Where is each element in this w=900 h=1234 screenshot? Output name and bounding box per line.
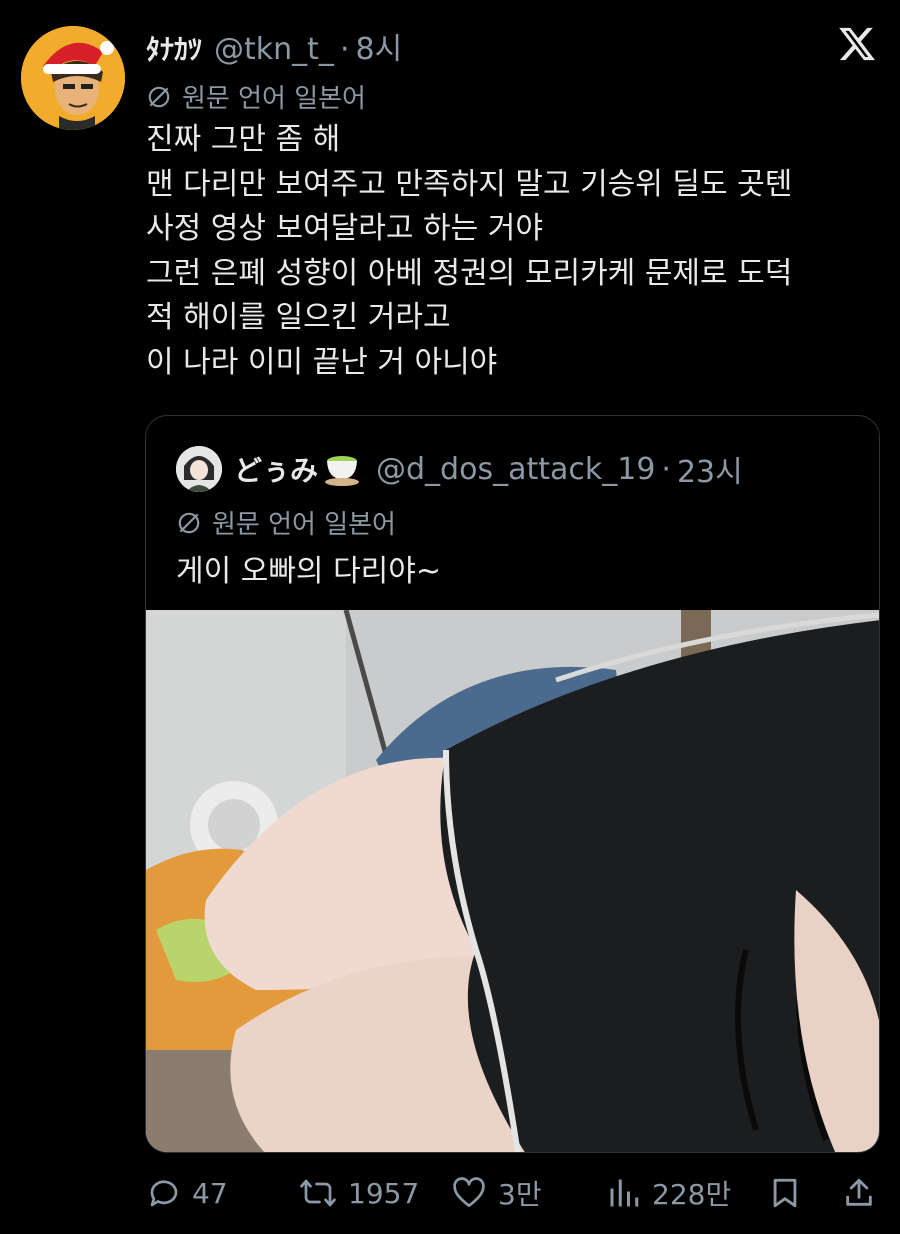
translation-row[interactable]: 원문 언어 일본어: [146, 78, 366, 115]
quoted-media-photo[interactable]: [146, 610, 879, 1152]
bookmark-button[interactable]: [768, 1165, 812, 1221]
avatar-image: [21, 26, 125, 130]
author-handle[interactable]: @tkn_t_: [214, 32, 334, 67]
views-count: 228만: [652, 1178, 732, 1211]
quoted-time[interactable]: 23시: [677, 447, 743, 491]
quoted-tweet[interactable]: どぅみ @d_dos_attack_19 · 23시 원문 언어 일본어 게이 …: [145, 415, 880, 1153]
author-avatar[interactable]: [21, 26, 125, 130]
tweet-body: 진짜 그만 좀 해 맨 다리만 보여주고 만족하지 말고 기승위 딜도 곳텐 사…: [146, 118, 886, 385]
action-bar: 47 1957 3만 228만: [0, 1165, 900, 1221]
tea-cup-icon: [325, 456, 360, 486]
quoted-translation-label: 원문 언어 일본어: [212, 510, 396, 540]
x-logo-icon[interactable]: [836, 24, 878, 64]
photo-image: [146, 610, 879, 1152]
tweet-line: 적 해이를 일으킨 거라고: [146, 300, 451, 335]
quoted-handle[interactable]: @d_dos_attack_19: [376, 452, 655, 487]
views-button[interactable]: 228만: [606, 1165, 731, 1221]
quoted-text: 게이 오빠의 다리야~: [176, 554, 442, 589]
translation-label: 원문 언어 일본어: [182, 84, 366, 114]
heart-icon: [453, 1177, 485, 1208]
reply-button[interactable]: 47: [146, 1165, 228, 1221]
tweet-line: 사정 영상 보여달라고 하는 거야: [146, 211, 543, 246]
tweet-line: 진짜 그만 좀 해: [146, 122, 341, 157]
like-button[interactable]: 3만: [450, 1165, 542, 1221]
quoted-separator-dot: ·: [661, 451, 671, 487]
views-icon: [610, 1179, 639, 1207]
quoted-header: どぅみ @d_dos_attack_19 · 23시: [176, 446, 743, 492]
retweet-icon: [300, 1179, 336, 1207]
translate-icon: [148, 86, 170, 107]
quoted-avatar-image: [176, 446, 222, 492]
tweet-line: 이 나라 이미 끝난 거 아니야: [146, 344, 498, 380]
reply-icon: [150, 1180, 178, 1207]
reply-count: 47: [192, 1176, 228, 1210]
retweet-count: 1957: [348, 1176, 420, 1210]
quoted-avatar[interactable]: [176, 446, 222, 492]
quoted-display-name[interactable]: どぅみ: [234, 449, 318, 489]
tweet-line: 맨 다리만 보여주고 만족하지 말고 기승위 딜도 곳텐: [146, 166, 793, 202]
bookmark-icon: [773, 1178, 797, 1208]
author-display-name[interactable]: ﾀﾅｶﾂ: [146, 28, 202, 68]
retweet-button[interactable]: 1957: [298, 1165, 419, 1221]
quoted-translation-row[interactable]: 원문 언어 일본어: [176, 504, 396, 541]
tweet-line: 그런 은폐 성향이 아베 정권의 모리카케 문제로 도덕: [146, 255, 793, 291]
separator-dot: ·: [339, 32, 350, 67]
tweet-header: ﾀﾅｶﾂ @tkn_t_ · 8시: [146, 24, 402, 68]
like-count: 3만: [498, 1178, 542, 1211]
tweet-time[interactable]: 8시: [355, 24, 402, 68]
share-button[interactable]: [842, 1165, 886, 1221]
translate-icon: [178, 512, 200, 533]
share-icon: [846, 1178, 872, 1206]
